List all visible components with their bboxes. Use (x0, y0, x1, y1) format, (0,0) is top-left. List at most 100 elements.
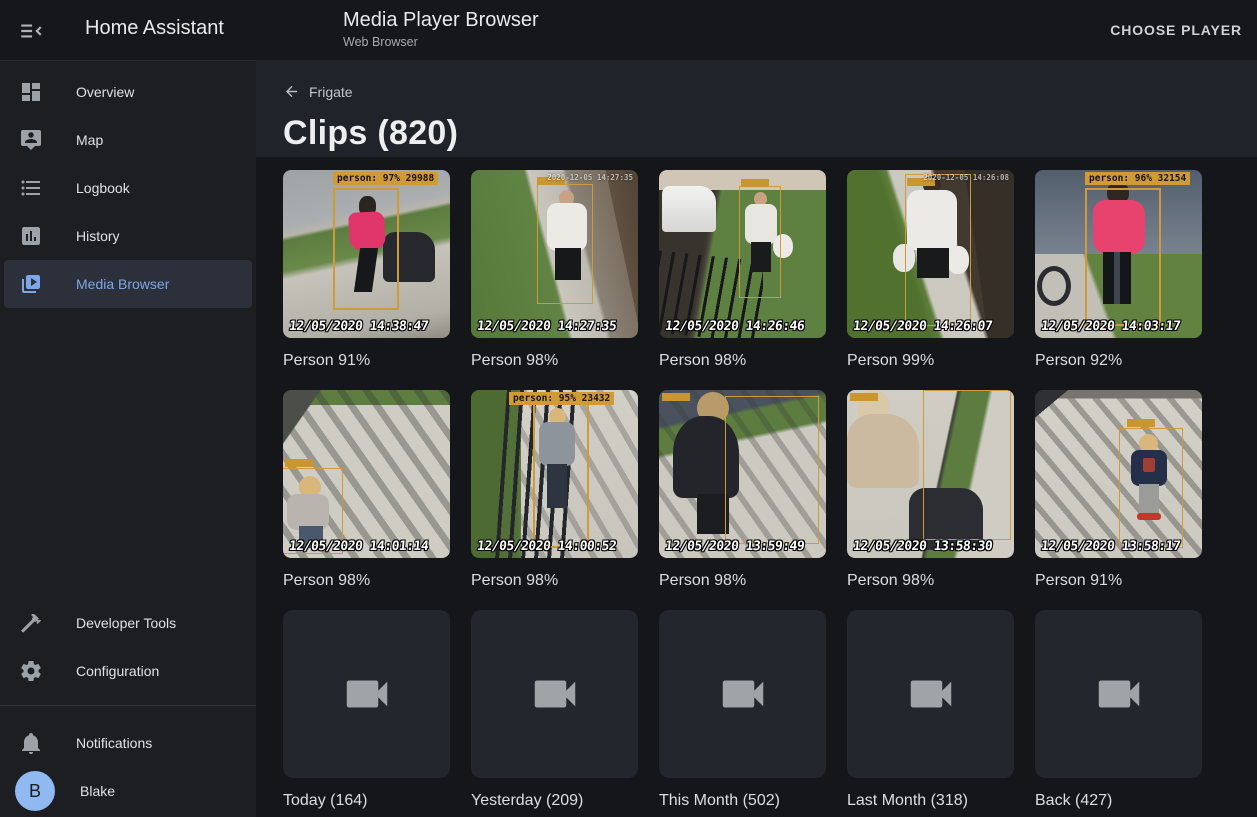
clip-thumbnail[interactable]: 2020-12-05 14:27:35 12/05/2020 14:27:35 (471, 170, 638, 338)
folder-thumbnail[interactable] (847, 610, 1014, 778)
user-name-label: Blake (80, 783, 115, 799)
list-bulleted-icon (19, 176, 43, 200)
clip-card[interactable]: 12/05/2020 13:59:49 Person 98% (659, 390, 826, 591)
folder-caption: Back (427) (1035, 791, 1202, 811)
avatar: B (15, 771, 55, 811)
breadcrumb-label: Frigate (309, 84, 353, 100)
detection-bbox (923, 390, 1011, 540)
folder-caption: Today (164) (283, 791, 450, 811)
sidebar-divider (0, 705, 256, 706)
clip-card[interactable]: 12/05/2020 13:58:17 Person 91% (1035, 390, 1202, 591)
clip-thumbnail[interactable]: 12/05/2020 13:58:17 (1035, 390, 1202, 558)
clip-caption: Person 91% (283, 351, 450, 371)
detection-bbox (1119, 428, 1183, 548)
sidebar-toggle-icon[interactable] (18, 18, 44, 44)
sidebar-item-label: Logbook (76, 180, 130, 196)
folder-card-last-month[interactable]: Last Month (318) (847, 610, 1014, 811)
mini-detection-label (1127, 419, 1155, 427)
mini-detection-label (850, 393, 878, 401)
sidebar-item-overview[interactable]: Overview (4, 68, 252, 116)
clip-thumbnail[interactable]: 12/05/2020 13:59:49 (659, 390, 826, 558)
clip-thumbnail[interactable]: 2020-12-05 14:26:08 12/05/2020 14:26:07 (847, 170, 1014, 338)
sidebar-item-media-browser[interactable]: Media Browser (4, 260, 252, 308)
clip-card[interactable]: 12/05/2020 13:58:30 Person 98% (847, 390, 1014, 591)
sidebar-item-label: Developer Tools (76, 615, 176, 631)
breadcrumb[interactable]: Frigate (283, 83, 353, 100)
sidebar-item-label: Media Browser (76, 276, 169, 292)
page-heading: Clips (820) (283, 114, 1257, 153)
detection-bbox (905, 174, 971, 326)
sidebar-spacer (0, 308, 256, 599)
folder-card-back[interactable]: Back (427) (1035, 610, 1202, 811)
folder-card-yesterday[interactable]: Yesterday (209) (471, 610, 638, 811)
clip-thumbnail[interactable]: 12/05/2020 13:58:30 (847, 390, 1014, 558)
clip-timestamp: 12/05/2020 14:00:52 (476, 539, 617, 554)
clip-thumbnail[interactable]: 12/05/2020 14:01:14 (283, 390, 450, 558)
clip-card[interactable]: 2020-12-05 14:26:08 12/05/2020 14:26:07 … (847, 170, 1014, 371)
page-title: Media Player Browser (343, 9, 539, 32)
map-account-icon (19, 128, 43, 152)
folder-thumbnail[interactable] (659, 610, 826, 778)
clip-timestamp: 12/05/2020 14:01:14 (288, 539, 429, 554)
stroller-wheel-shape (1037, 266, 1071, 306)
clip-card[interactable]: 12/05/2020 14:01:14 Person 98% (283, 390, 450, 591)
video-camera-icon (528, 667, 582, 721)
sidebar-item-configuration[interactable]: Configuration (4, 647, 252, 695)
sidebar-item-history[interactable]: History (4, 212, 252, 260)
detection-bbox (537, 184, 593, 304)
sidebar-item-label: History (76, 228, 120, 244)
folder-card-today[interactable]: Today (164) (283, 610, 450, 811)
folder-thumbnail[interactable] (471, 610, 638, 778)
clip-thumbnail[interactable]: person: 97% 29988 12/05/2020 14:38:47 (283, 170, 450, 338)
mini-detection-label (285, 459, 313, 467)
mini-detection-label (662, 393, 690, 401)
hammer-icon (19, 611, 43, 635)
clip-thumbnail[interactable]: person: 96% 32154 12/05/2020 14:03:17 (1035, 170, 1202, 338)
sidebar-item-user-profile[interactable]: B Blake (4, 767, 252, 815)
main-content: Frigate Clips (820) person: 97% 29988 (256, 60, 1257, 817)
menu-open-icon (18, 18, 44, 44)
clip-card[interactable]: person: 97% 29988 12/05/2020 14:38:47 Pe… (283, 170, 450, 371)
video-camera-icon (340, 667, 394, 721)
clip-timestamp: 12/05/2020 14:26:07 (852, 319, 993, 334)
play-box-multiple-icon (19, 272, 43, 296)
clip-card[interactable]: 2020-12-05 14:27:35 12/05/2020 14:27:35 … (471, 170, 638, 371)
video-camera-icon (904, 667, 958, 721)
page-subtitle: Web Browser (343, 35, 539, 49)
car-shape (662, 186, 716, 232)
choose-player-button[interactable]: CHOOSE PLAYER (1110, 0, 1242, 60)
folder-thumbnail[interactable] (1035, 610, 1202, 778)
sidebar-item-logbook[interactable]: Logbook (4, 164, 252, 212)
folder-thumbnail[interactable] (283, 610, 450, 778)
detection-bbox (533, 402, 589, 548)
sidebar-footer: Notifications B Blake (0, 719, 256, 817)
top-app-bar: Home Assistant Media Player Browser Web … (0, 0, 1257, 60)
sidebar-item-label: Notifications (76, 735, 152, 751)
sidebar-item-developer-tools[interactable]: Developer Tools (4, 599, 252, 647)
detection-bbox (333, 188, 399, 310)
sidebar-item-map[interactable]: Map (4, 116, 252, 164)
clip-caption: Person 98% (847, 571, 1014, 591)
detection-label: person: 95% 23432 (509, 392, 614, 405)
clip-card[interactable]: person: 95% 23432 12/05/2020 14:00:52 Pe… (471, 390, 638, 591)
clip-thumbnail[interactable]: 12/05/2020 14:26:46 (659, 170, 826, 338)
clip-thumbnail[interactable]: person: 95% 23432 12/05/2020 14:00:52 (471, 390, 638, 558)
clip-caption: Person 98% (659, 571, 826, 591)
sidebar-item-notifications[interactable]: Notifications (4, 719, 252, 767)
clip-caption: Person 98% (471, 351, 638, 371)
detection-bbox (725, 396, 819, 544)
folder-card-this-month[interactable]: This Month (502) (659, 610, 826, 811)
page-title-block: Media Player Browser Web Browser (343, 9, 539, 49)
clip-card[interactable]: 12/05/2020 14:26:46 Person 98% (659, 170, 826, 371)
clip-timestamp: 12/05/2020 14:38:47 (288, 319, 429, 334)
gear-icon (19, 659, 43, 683)
folder-caption: This Month (502) (659, 791, 826, 811)
clip-card[interactable]: person: 96% 32154 12/05/2020 14:03:17 Pe… (1035, 170, 1202, 371)
person-torso (847, 414, 919, 488)
clip-timestamp: 12/05/2020 13:59:49 (664, 539, 805, 554)
chart-box-icon (19, 224, 43, 248)
clip-caption: Person 99% (847, 351, 1014, 371)
video-camera-icon (716, 667, 770, 721)
clip-caption: Person 98% (659, 351, 826, 371)
clip-caption: Person 98% (283, 571, 450, 591)
